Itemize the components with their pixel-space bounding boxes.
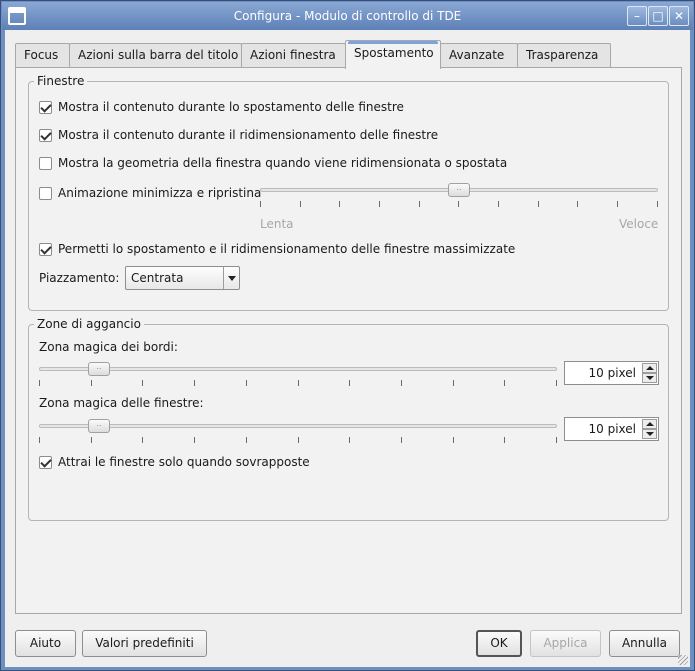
minimize-button[interactable]: – [627,6,647,26]
window-slider-track [39,424,557,428]
option-show-content-resize[interactable]: Mostra il contenuto durante il ridimensi… [39,128,438,142]
group-snap-title: Zone di aggancio [34,317,144,331]
window-snap-slider[interactable]: .. [39,419,557,445]
slider-min-label: Lenta [260,217,294,231]
label-snap-overlap: Attrai le finestre solo quando sovrappos… [58,455,310,469]
checkbox-animation[interactable] [39,186,52,200]
checkbox-show-geometry[interactable] [39,156,52,170]
option-animation[interactable]: Animazione minimizza e ripristina [39,186,261,200]
spin-down-icon[interactable] [642,373,657,383]
placement-label: Piazzamento: [39,271,120,285]
tab-advanced[interactable]: Avanzate [440,43,518,67]
help-button[interactable]: Aiuto [15,630,76,657]
label-show-content-resize: Mostra il contenuto durante il ridimensi… [58,128,439,142]
window: Configura - Modulo di controllo di TDE –… [0,0,695,671]
border-snap-value: 10 pixel [588,366,636,380]
animation-slider-ticks [260,201,658,207]
cancel-button[interactable]: Annulla [609,630,680,657]
animation-slider-handle[interactable]: .. [448,183,470,197]
window-slider-handle[interactable]: .. [88,419,110,433]
spin-up-icon[interactable] [642,363,657,373]
close-button[interactable]: ✕ [669,6,689,26]
tab-bar: Focus Azioni sulla barra del titolo Azio… [15,40,675,69]
window-snap-label: Zona magica delle finestre: [39,396,204,410]
group-snap-zones: Zone di aggancio Zona magica dei bordi: … [28,317,669,521]
tab-transparency[interactable]: Trasparenza [517,43,611,67]
tab-panel-moving: Finestre Mostra il contenuto durante lo … [15,67,682,614]
placement-value: Centrata [131,271,184,285]
tab-moving[interactable]: Spostamento [345,40,441,69]
ok-button[interactable]: OK [476,630,522,657]
label-show-geometry: Mostra la geometria della finestra quand… [58,156,508,170]
option-snap-overlap[interactable]: Attrai le finestre solo quando sovrappos… [39,455,310,469]
chevron-down-icon[interactable] [223,267,239,289]
window-snap-spinbox[interactable]: 10 pixel [564,417,659,441]
dialog-body: Focus Azioni sulla barra del titolo Azio… [5,30,690,667]
border-slider-handle[interactable]: .. [88,362,110,376]
maximize-button[interactable]: □ [648,6,668,26]
border-snap-slider[interactable]: .. [39,362,557,388]
spin-up-icon[interactable] [642,419,657,429]
resize-grip-icon[interactable] [678,655,688,665]
label-animation: Animazione minimizza e ripristina [58,186,262,200]
border-slider-ticks [39,380,557,386]
window-title: Configura - Modulo di controllo di TDE [233,9,462,23]
tab-focus[interactable]: Focus [15,43,70,67]
window-snap-value: 10 pixel [588,422,636,436]
apply-button[interactable]: Applica [530,630,601,657]
border-slider-track [39,367,557,371]
option-show-content-move[interactable]: Mostra il contenuto durante lo spostamen… [39,100,404,114]
slider-max-label: Veloce [619,217,659,231]
animation-speed-slider[interactable]: .. [260,183,658,209]
spin-down-icon[interactable] [642,429,657,439]
placement-select[interactable]: Centrata [125,266,240,290]
tab-window-actions[interactable]: Azioni finestra [241,43,346,67]
border-snap-spinbox[interactable]: 10 pixel [564,361,659,385]
label-show-content-move: Mostra il contenuto durante lo spostamen… [58,100,404,114]
defaults-button[interactable]: Valori predefiniti [82,630,207,657]
checkbox-snap-overlap[interactable] [39,455,52,469]
border-snap-label: Zona magica dei bordi: [39,340,178,354]
tab-titlebar-actions[interactable]: Azioni sulla barra del titolo [69,43,242,67]
group-windows: Finestre Mostra il contenuto durante lo … [28,74,669,311]
checkbox-show-content-move[interactable] [39,100,52,114]
option-maximized-move[interactable]: Permetti lo spostamento e il ridimension… [39,242,515,256]
group-windows-title: Finestre [34,74,88,88]
label-maximized-move: Permetti lo spostamento e il ridimension… [58,242,516,256]
title-bar[interactable]: Configura - Modulo di controllo di TDE –… [2,2,693,30]
option-show-geometry[interactable]: Mostra la geometria della finestra quand… [39,156,507,170]
checkbox-show-content-resize[interactable] [39,128,52,142]
window-slider-ticks [39,437,557,443]
checkbox-maximized-move[interactable] [39,242,52,256]
